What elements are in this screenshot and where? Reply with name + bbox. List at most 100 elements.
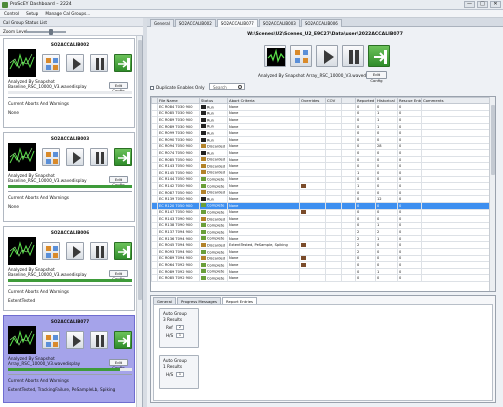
table-row[interactable]: EC R045 T094 900 Discarded ExtentTested, P… [151,241,492,250]
table-cell: 2 [355,241,376,250]
pause-icon[interactable] [90,54,108,72]
table-cell: Run [199,103,228,111]
grid-icon[interactable] [42,331,60,349]
grid-icon[interactable] [42,54,60,72]
analyzed-by: Analyzed By Snapshot Baseline_RSC_10000_… [8,79,87,89]
table-row[interactable]: EC R138 T090 900 Complete None 0 1 0 [151,221,492,230]
tab-cal-group[interactable]: SO2ACCALIB003 [258,19,300,27]
cal-group-card[interactable]: SO2ACCALIB006 Analyzed By Snapshot Baseli… [3,226,135,311]
menu-control[interactable]: Control [4,11,19,16]
table-row[interactable]: EC R147 T050 900 Complete None 0 0 0 [151,208,492,217]
minimize-button[interactable]: — [464,1,475,8]
table-cell: None [227,195,300,203]
zoom-slider-handle[interactable] [49,29,53,35]
table-cell [421,103,492,111]
table-row[interactable]: EC R064 T092 900 Complete None 0 0 0 [151,261,492,269]
table-row[interactable]: EC R085 T092 900 Complete None 0 0 0 [151,274,492,283]
cal-group-card[interactable]: SO2ACCALIB077 Analyzed By Snapshot Array_… [3,315,135,403]
table-row[interactable]: EC R143 T090 900 Discarded None 0 0 0 [151,215,492,223]
table-row[interactable]: EC R144 T050 900 Complete None 0 0 0 [151,175,492,184]
table-scrollbar-thumb[interactable] [491,105,495,175]
table-row[interactable]: EC R089 T092 900 Complete None 0 1 0 [151,267,492,276]
table-row[interactable]: EC R090 T030 900 Run None 0 0 0 [151,135,492,144]
table-cell [325,142,342,151]
table-row[interactable]: EC R142 T050 900 Complete None 1 0 0 [151,182,492,190]
exit-icon[interactable] [114,331,132,349]
table-row[interactable]: EC R074 T050 900 Run None 0 0 0 [151,149,492,157]
lower-tab[interactable]: Progress Messages [176,297,221,304]
left-scrollbar[interactable] [136,36,142,407]
grid-icon[interactable] [42,148,60,166]
pause-icon[interactable] [90,148,108,166]
grid-icon[interactable] [290,45,312,67]
edit-config-button[interactable]: Edit Config [109,359,128,370]
column-header[interactable]: Reported [355,97,376,104]
table-row[interactable]: EC R089 T094 900 Discarded None 0 0 0 [151,254,492,263]
exit-icon[interactable] [114,242,132,260]
table-row[interactable]: EC R136 T094 900 Complete None 2 1 0 [151,234,492,243]
edit-config-button[interactable]: Edit Config [109,82,128,93]
table-cell [299,234,326,243]
table-cell [341,175,356,184]
column-header[interactable]: Historical [375,97,398,104]
table-row[interactable]: EC R137 T094 900 Complete None 2 2 0 [151,228,492,236]
table-row[interactable]: EC R084 T030 900 Run None 0 0 0 [151,103,492,111]
table-row[interactable]: EC R085 T030 900 Run None 0 1 0 [151,109,492,118]
aborts-warnings-label: Current Aborts And Warnings [8,195,69,200]
table-row[interactable]: EC R139 T050 900 Run None 0 12 0 [151,195,492,203]
table-row[interactable]: EC R094 T050 900 Discarded None 0 28 0 [151,142,492,151]
pause-icon[interactable] [90,331,108,349]
table-row[interactable]: EC R089 T030 900 Run None 0 1 0 [151,116,492,124]
play-icon[interactable] [66,242,84,260]
table-row[interactable]: EC R093 T094 900 Complete None 2 0 0 [151,248,492,256]
table-row[interactable]: EC R145 T050 900 Discarded None 1 0 0 [151,168,492,177]
zoom-slider-track[interactable] [26,31,66,33]
table-scrollbar[interactable] [489,97,495,291]
play-icon[interactable] [316,45,338,67]
status-text: Complete [207,177,225,182]
exit-icon[interactable] [114,54,132,72]
pause-icon[interactable] [90,242,108,260]
edit-config-button[interactable]: Edit Config [109,176,128,187]
tab-cal-group[interactable]: SO2ACCALIB002 [174,19,216,27]
maximize-button[interactable]: □ [477,1,488,8]
table-row[interactable]: EC R087 T050 900 Discarded None 0 0 0 [151,188,492,197]
table-row[interactable]: EC R120 T050 900 Complete None 0 0 0 [151,201,492,210]
lower-tab[interactable]: Report Entries [222,297,258,304]
play-icon[interactable] [66,148,84,166]
table-cell [325,228,342,236]
table-row[interactable]: EC R085 T050 900 Discarded None 0 0 0 [151,155,492,164]
status-text: Run [207,131,214,136]
play-icon[interactable] [66,54,84,72]
tab-cal-group[interactable]: SO2ACCALIB077 [216,19,258,27]
edit-config-button[interactable]: Edit Config [366,71,387,83]
search-icon[interactable] [238,85,242,89]
edit-config-button[interactable]: Edit Config [109,270,128,281]
exit-icon[interactable] [368,45,390,67]
table-row[interactable]: EC R143 T050 900 Discarded None 0 0 0 [151,162,492,170]
left-scrollbar-thumb[interactable] [138,40,142,300]
search-input[interactable]: Search [209,83,245,90]
table-row[interactable]: EC R099 T030 900 Run None 0 0 0 [151,129,492,137]
cal-group-card[interactable]: SO2ACCALIB003 Analyzed By Snapshot Baseli… [3,132,135,222]
table-cell: 0 [355,155,376,164]
waveform-icon[interactable] [264,45,286,67]
tab-general[interactable]: General [150,19,174,27]
tab-cal-group[interactable]: SO2ACCALIB006 [300,19,342,27]
duplicate-enables-checkbox[interactable] [150,85,154,90]
grid-icon[interactable] [42,242,60,260]
lower-tab[interactable]: General [153,297,176,304]
table-cell [325,241,342,250]
menu-manage-cal-groups[interactable]: Manage Cal Groups... [45,11,90,16]
exit-icon[interactable] [114,148,132,166]
zoom-label: Zoom Level [3,29,28,34]
duplicate-enables-toggle[interactable]: Duplicate Enables Only [150,85,205,90]
pause-icon[interactable] [342,45,364,67]
control-buttons [264,45,390,69]
column-header[interactable]: Rescue Entries [397,97,422,104]
play-icon[interactable] [66,331,84,349]
close-button[interactable]: ✕ [490,1,501,8]
menu-setup[interactable]: Setup [26,11,38,16]
cal-group-card[interactable]: SO2ACCALIB002 Analyzed By Snapshot Baseli… [3,38,135,128]
table-row[interactable]: EC R089 T030 900 Run None 0 1 0 [151,122,492,131]
